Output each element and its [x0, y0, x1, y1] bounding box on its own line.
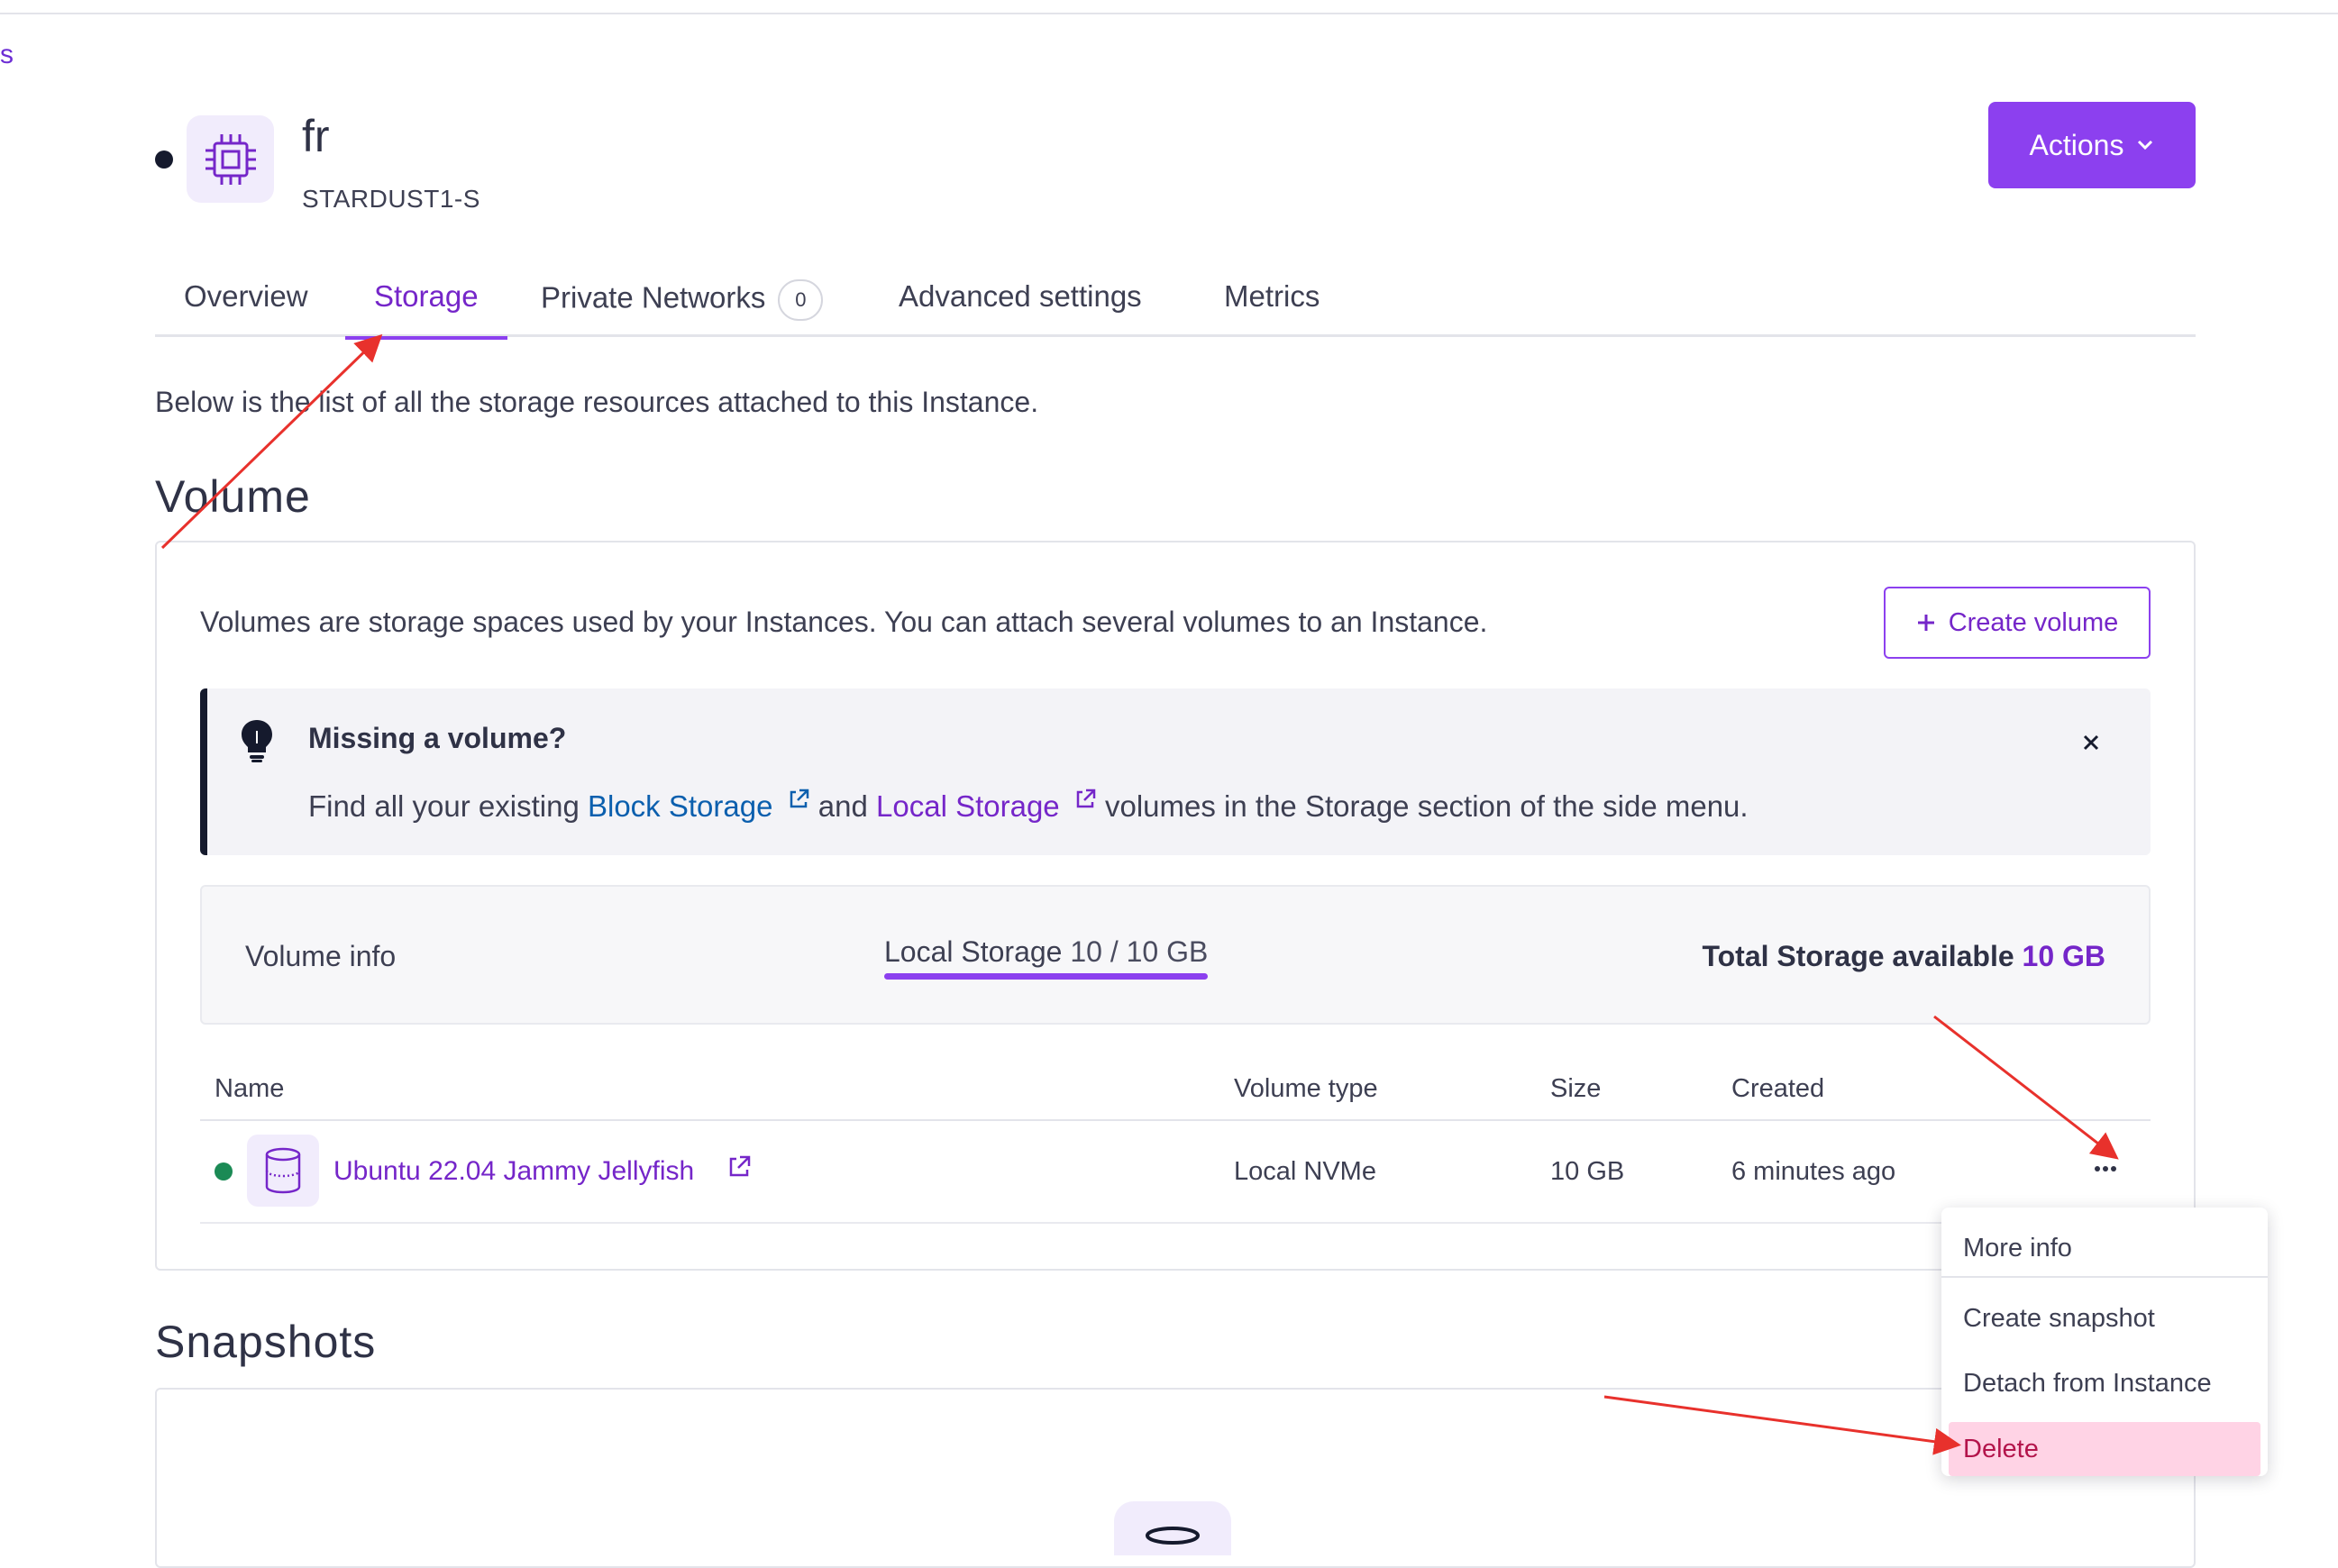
local-storage-progress: [884, 973, 1208, 980]
tab-storage[interactable]: Storage: [345, 270, 507, 340]
lightbulb-icon: [242, 720, 272, 762]
local-storage-link[interactable]: Local Storage: [876, 789, 1060, 823]
volume-description: Volumes are storage spaces used by your …: [200, 606, 1488, 638]
create-volume-button[interactable]: Create volume: [1884, 587, 2151, 659]
tab-label: Storage: [374, 279, 479, 313]
alert-text: Find all your existing: [308, 789, 588, 823]
more-options-icon[interactable]: [2087, 1153, 2123, 1184]
tab-metrics[interactable]: Metrics: [1224, 270, 1320, 337]
instance-name: fr: [302, 111, 330, 161]
volume-name-link[interactable]: Ubuntu 22.04 Jammy Jellyfish: [333, 1156, 694, 1187]
alert-text: volumes in the Storage section of the si…: [1096, 789, 1749, 823]
database-icon: [1146, 1527, 1200, 1545]
menu-item-create-snapshot[interactable]: Create snapshot: [1941, 1289, 2268, 1348]
column-header-volume-type: Volume type: [1234, 1074, 1378, 1103]
tab-label: Private Networks: [541, 280, 766, 315]
tab-count-badge: 0: [778, 279, 824, 321]
snapshots-heading: Snapshots: [155, 1317, 377, 1367]
total-storage-value: 10 GB: [2022, 940, 2105, 972]
instance-icon: [187, 115, 274, 203]
table-row-divider: [200, 1222, 2151, 1224]
volume-icon: [247, 1135, 319, 1207]
database-icon: [265, 1147, 301, 1194]
block-storage-link[interactable]: Block Storage: [588, 789, 772, 823]
instance-status-dot: [155, 150, 173, 169]
actions-button-label: Actions: [2029, 128, 2124, 161]
total-storage-label: Total Storage available: [1702, 940, 2014, 972]
column-header-created: Created: [1731, 1074, 1825, 1103]
cpu-icon: [205, 133, 256, 185]
alert-title: Missing a volume?: [308, 722, 567, 754]
menu-item-more-info[interactable]: More info: [1941, 1218, 2268, 1278]
volume-context-menu: More info Create snapshot Detach from In…: [1941, 1208, 2268, 1476]
menu-item-delete[interactable]: Delete: [1949, 1422, 2260, 1476]
volume-created-cell: 6 minutes ago: [1731, 1157, 1896, 1186]
external-link-icon: [1076, 789, 1096, 808]
local-storage-usage: Local Storage 10 / 10 GB: [884, 935, 1208, 969]
tab-private-networks[interactable]: Private Networks 0: [541, 270, 824, 337]
volume-type-cell: Local NVMe: [1234, 1157, 1376, 1186]
top-divider: [0, 13, 2338, 14]
total-storage: Total Storage available 10 GB: [1702, 940, 2105, 973]
column-header-size: Size: [1550, 1074, 1602, 1103]
volume-heading: Volume: [155, 471, 311, 522]
external-link-icon[interactable]: [726, 1154, 752, 1180]
tab-bar: Overview Storage Private Networks 0 Advan…: [155, 270, 2196, 340]
tab-label: Metrics: [1224, 279, 1320, 313]
edge-nav-link[interactable]: s: [0, 40, 14, 70]
local-storage-value: 10 / 10 GB: [1070, 935, 1209, 968]
tab-label: Overview: [184, 279, 308, 313]
storage-intro-text: Below is the list of all the storage res…: [155, 386, 1039, 418]
tab-label: Advanced settings: [899, 279, 1142, 313]
volume-status-dot: [215, 1162, 233, 1181]
menu-divider: [1941, 1276, 2268, 1278]
menu-item-detach[interactable]: Detach from Instance: [1941, 1354, 2268, 1413]
alert-body: Find all your existing Block Storage and…: [308, 788, 1749, 824]
local-storage-label: Local Storage: [884, 935, 1063, 968]
external-link-icon: [790, 789, 808, 808]
snapshot-empty-icon: [1114, 1501, 1231, 1555]
plus-icon: [1917, 615, 1934, 631]
instance-type: STARDUST1-S: [302, 185, 480, 213]
volume-size-cell: 10 GB: [1550, 1157, 1625, 1186]
table-header-divider: [200, 1119, 2151, 1121]
actions-button[interactable]: Actions: [1988, 102, 2196, 188]
tab-advanced-settings[interactable]: Advanced settings: [899, 270, 1142, 337]
tab-overview[interactable]: Overview: [184, 270, 308, 337]
column-header-name: Name: [215, 1074, 285, 1103]
volume-info-label: Volume info: [245, 940, 397, 972]
alert-text: and: [809, 789, 877, 823]
create-volume-label: Create volume: [1948, 607, 2119, 637]
close-icon[interactable]: [2078, 730, 2104, 755]
missing-volume-alert: [200, 688, 2151, 855]
chevron-down-icon: [2138, 140, 2153, 150]
